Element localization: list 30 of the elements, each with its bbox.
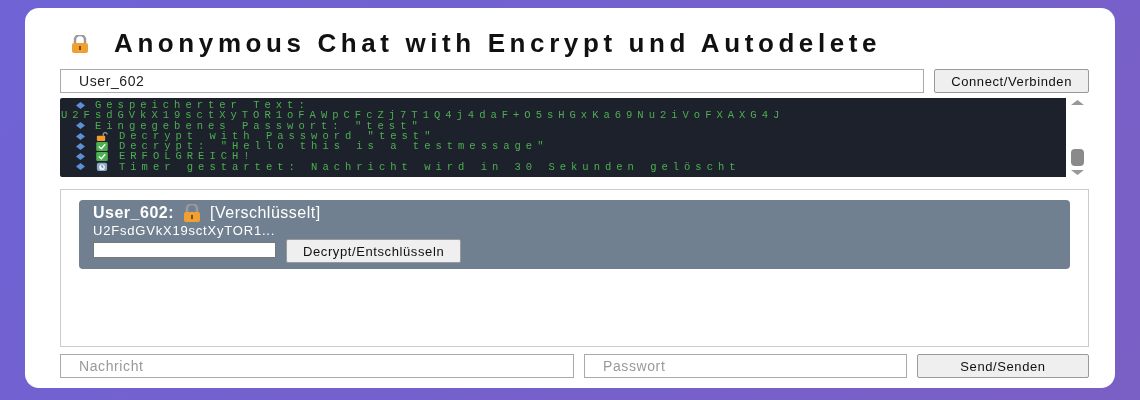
app-title: Anonymous Chat with Encrypt und Autodelete — [114, 28, 882, 59]
log-line: Decrypt: "Hello this is a testmessage" — [119, 141, 549, 152]
lock-icon — [70, 34, 90, 53]
diamond-bullet-icon — [76, 163, 85, 171]
message-sender: User_602: — [93, 204, 174, 222]
open-lock-icon — [95, 131, 109, 141]
diamond-bullet-icon — [76, 153, 85, 161]
log-line: ERFOLGREICH! — [119, 151, 255, 162]
log-line: Gespeicherter Text: — [95, 100, 310, 111]
ciphertext-preview: U2FsdGVkX19sctXyTOR1... — [93, 223, 277, 238]
diamond-bullet-icon — [76, 122, 85, 130]
message-field[interactable]: Nachricht — [60, 354, 574, 378]
alarm-clock-icon — [95, 162, 109, 172]
send-button[interactable]: Send/Senden — [917, 354, 1089, 378]
password-field[interactable] — [93, 242, 276, 258]
log-line: Decrypt with Password "test" — [119, 130, 436, 142]
log-line: U2FsdGVkX19sctXyTOR1oFAWpCFcZj7T1Q4j4daF+O5sHGxKa69Nu2iVoFXAXG4J — [61, 110, 785, 121]
connect-button[interactable]: Connect/Verbinden — [934, 69, 1089, 93]
diamond-bullet-icon — [76, 101, 85, 109]
check-icon — [95, 141, 109, 151]
log-line: Eingegebenes Passwort: "test" — [95, 120, 423, 131]
decrypt-button[interactable]: Decrypt/Entschlüsseln — [286, 239, 462, 263]
diamond-bullet-icon — [76, 142, 85, 150]
username-field[interactable]: User_602 — [60, 69, 925, 93]
check-icon — [95, 152, 109, 162]
log-line: Timer gestartet: Nachricht wird in 30 Sekunden gelöscht — [119, 161, 741, 173]
lock-icon — [182, 204, 202, 222]
diamond-bullet-icon — [76, 132, 85, 140]
password-field[interactable]: Passwort — [584, 354, 907, 378]
encryption-status: [Verschlüsselt] — [210, 204, 321, 222]
